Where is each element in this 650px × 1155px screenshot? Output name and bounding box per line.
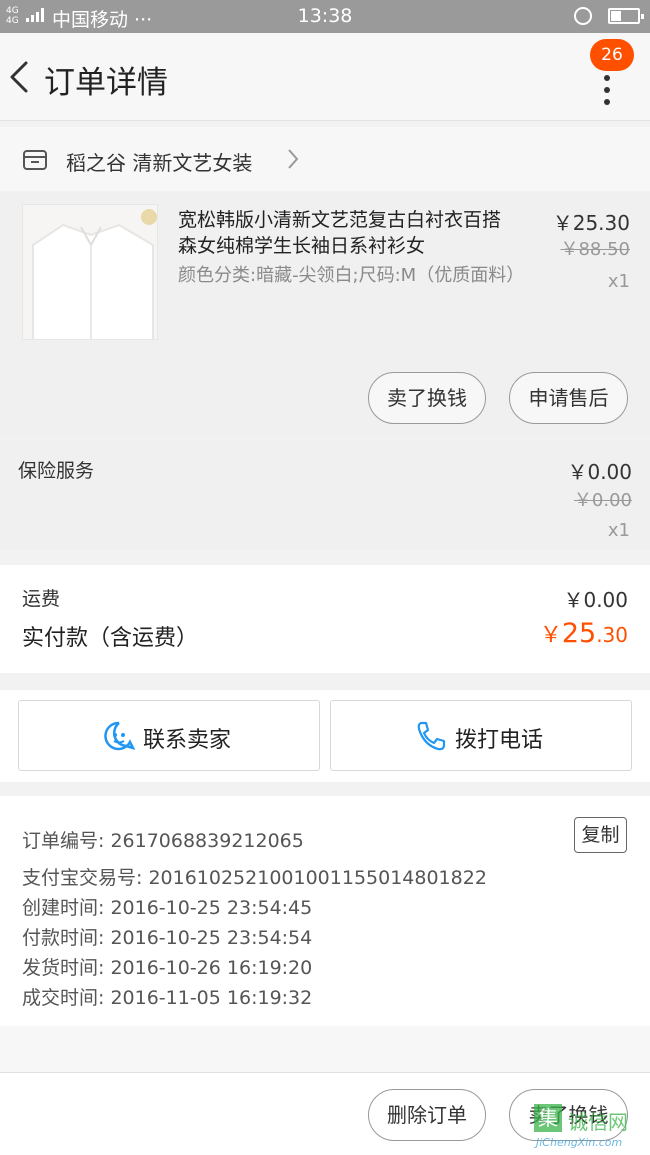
resell-button[interactable]: 卖了换钱 xyxy=(368,372,486,424)
shipping-label: 运费 xyxy=(22,588,61,610)
shipping-value: ￥0.00 xyxy=(563,588,628,612)
shirt-image xyxy=(23,205,157,339)
chevron-right-icon xyxy=(288,149,299,169)
created-time: 创建时间: 2016-10-25 23:54:45 xyxy=(22,897,313,919)
paid-amount: ￥25.30 xyxy=(540,617,628,649)
product-title[interactable]: 宽松韩版小清新文艺范复古白衬衣百搭森女纯棉学生长袖日系衬衫女 xyxy=(178,207,518,259)
product-price: ￥25.30 xyxy=(552,211,630,235)
contact-seller-label: 联系卖家 xyxy=(143,728,232,753)
nav-bar: 订单详情 26 xyxy=(0,33,650,121)
completed-time: 成交时间: 2016-11-05 16:19:32 xyxy=(22,987,313,1009)
contact-seller-button[interactable]: 联系卖家 xyxy=(18,700,320,771)
back-arrow-icon[interactable] xyxy=(6,57,36,97)
insurance-row: 保险服务 ￥0.00 ￥0.00 x1 xyxy=(0,440,650,550)
watermark-logo: 集 诚信网 JiChengXin.com xyxy=(532,1102,648,1154)
phone-icon xyxy=(417,721,446,751)
product-quantity: x1 xyxy=(607,271,630,292)
order-info: 订单编号: 2617068839212065 复制 支付宝交易号: 201610… xyxy=(0,796,650,1026)
insurance-label: 保险服务 xyxy=(18,460,95,482)
product-image[interactable] xyxy=(22,204,158,340)
product-original-price: ￥88.50 xyxy=(560,239,630,260)
shipped-time: 发货时间: 2016-10-26 16:19:20 xyxy=(22,957,313,979)
call-phone-button[interactable]: 拨打电话 xyxy=(330,700,632,771)
payment-summary: 运费 ￥0.00 实付款（含运费） ￥25.30 xyxy=(0,565,650,673)
paid-currency: ￥ xyxy=(539,623,562,648)
message-badge: 26 xyxy=(590,39,634,71)
insurance-quantity: x1 xyxy=(607,520,630,541)
insurance-price: ￥0.00 xyxy=(567,460,632,484)
watermark-char: 集 xyxy=(534,1104,562,1132)
call-phone-label: 拨打电话 xyxy=(455,728,544,753)
paid-time: 付款时间: 2016-10-25 23:54:54 xyxy=(22,927,313,949)
alipay-number: 支付宝交易号: 2016102521001001155014801822 xyxy=(22,867,487,889)
battery-icon xyxy=(608,8,644,24)
spacer xyxy=(0,1026,650,1072)
store-icon xyxy=(23,150,47,170)
status-bar: 4G 4G 中国移动 ··· 13:38 xyxy=(0,0,650,33)
shop-row[interactable]: 稻之谷 清新文艺女装 xyxy=(0,127,650,191)
paid-label: 实付款（含运费） xyxy=(22,626,199,651)
clock: 13:38 xyxy=(297,5,353,27)
shop-name: 稻之谷 清新文艺女装 xyxy=(66,151,253,175)
contact-actions: 联系卖家 拨打电话 xyxy=(0,690,650,782)
copy-button[interactable]: 复制 xyxy=(574,817,627,853)
insurance-original-price: ￥0.00 xyxy=(573,490,632,511)
paid-integer: 25 xyxy=(561,618,597,649)
chat-bubble-icon xyxy=(104,721,135,751)
after-sales-button[interactable]: 申请售后 xyxy=(509,372,628,424)
watermark-cn: 诚信网 xyxy=(568,1110,628,1134)
page-title: 订单详情 xyxy=(44,65,168,101)
order-item: 宽松韩版小清新文艺范复古白衬衣百搭森女纯棉学生长袖日系衬衫女 颜色分类:暗藏-尖… xyxy=(0,193,650,435)
order-number: 订单编号: 2617068839212065 xyxy=(22,830,304,852)
alarm-icon xyxy=(574,7,592,25)
delete-order-button[interactable]: 删除订单 xyxy=(368,1089,486,1141)
paid-decimal: .30 xyxy=(596,623,628,647)
watermark-en: JiChengXin.com xyxy=(536,1136,623,1149)
product-sku: 颜色分类:暗藏-尖领白;尺码:M（优质面料） xyxy=(178,265,525,286)
